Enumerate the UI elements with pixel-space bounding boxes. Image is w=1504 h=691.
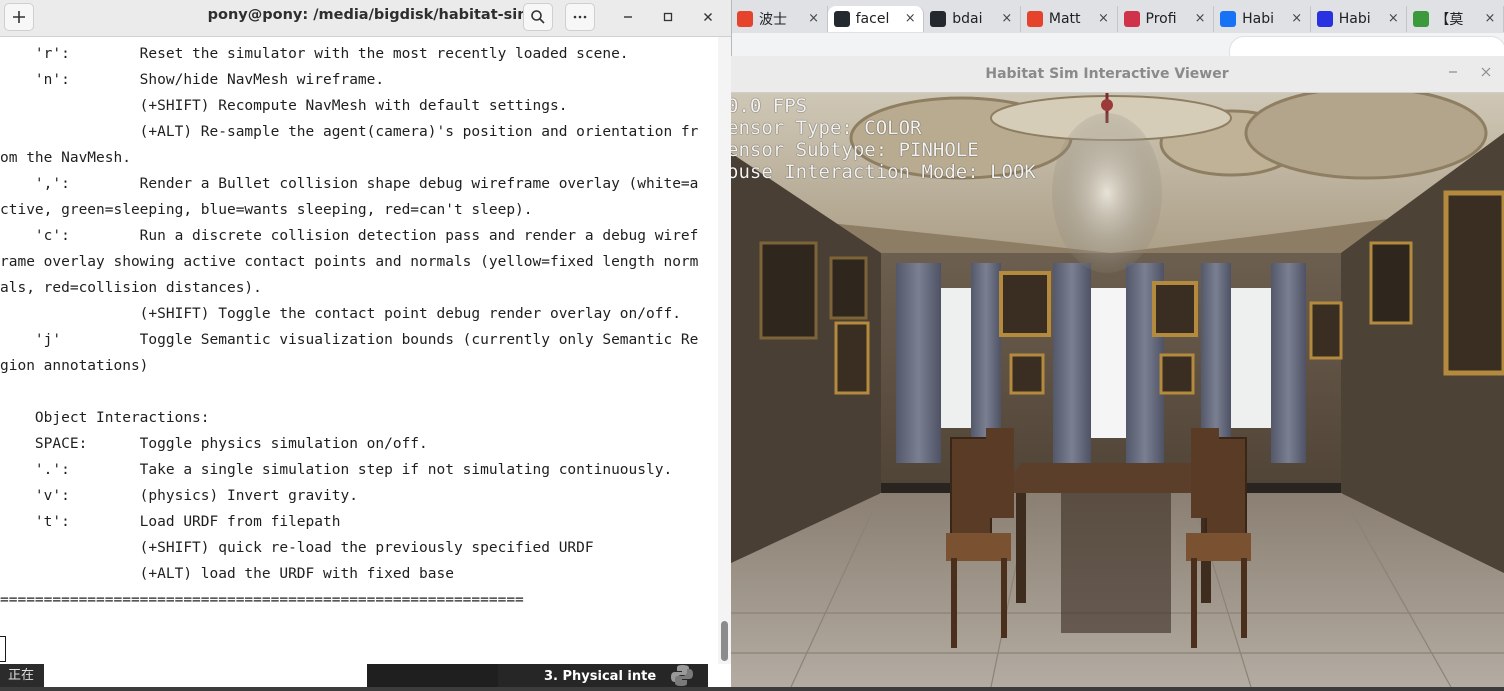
terminal-window[interactable]: pony@pony: /media/bigdisk/habitat-sim 'r… <box>0 0 731 664</box>
terminal-cursor <box>0 636 6 662</box>
tab-close-icon[interactable]: × <box>805 11 823 26</box>
close-icon[interactable] <box>693 3 723 31</box>
browser-tab-label: bdai <box>952 10 983 27</box>
terminal-line: (+SHIFT) Recompute NavMesh with default … <box>0 98 568 114</box>
browser-tab-label: Matt <box>1048 10 1081 27</box>
terminal-line: ========================================… <box>0 592 524 608</box>
csdn-icon <box>737 10 753 27</box>
scrollbar-thumb[interactable] <box>721 621 728 661</box>
tab-close-icon[interactable]: × <box>1191 11 1209 26</box>
terminal-line: om the NavMesh. <box>0 150 131 166</box>
search-icon[interactable] <box>523 3 553 31</box>
terminal-line: ',': Render a Bullet collision shape deb… <box>0 176 699 192</box>
browser-tab[interactable]: Habi × <box>1214 5 1311 32</box>
profile-icon <box>1123 10 1140 27</box>
browser-tab-label: Profi <box>1145 10 1177 27</box>
github-icon <box>930 10 947 27</box>
tab-close-icon[interactable]: × <box>1481 11 1499 26</box>
terminal-line: 'j' Toggle Semantic visualization bounds… <box>0 332 699 348</box>
terminal-line: 'v': (physics) Invert gravity. <box>0 488 358 504</box>
github-icon <box>833 10 850 27</box>
terminal-line: ctive, green=sleeping, blue=wants sleepi… <box>0 202 533 218</box>
viewer-title: Habitat Sim Interactive Viewer <box>985 66 1229 82</box>
terminal-line: 'c': Run a discrete collision detection … <box>0 228 699 244</box>
csdn-icon <box>1026 10 1043 27</box>
sensor-type-readout: ensor Type: COLOR <box>731 117 922 139</box>
viewer-header: Habitat Sim Interactive Viewer <box>731 56 1504 93</box>
mouse-mode-readout: ouse Interaction Mode: LOOK <box>731 161 1036 183</box>
terminal-line: (+ALT) load the URDF with fixed base <box>0 566 454 582</box>
terminal-header: pony@pony: /media/bigdisk/habitat-sim <box>0 0 731 37</box>
habitat-viewer-window[interactable]: Habitat Sim Interactive Viewer 0.0 FPS e… <box>731 56 1504 687</box>
green-icon <box>1413 10 1430 27</box>
terminal-line: (+SHIFT) Toggle the contact point debug … <box>0 306 681 322</box>
tab-close-icon[interactable]: × <box>901 11 919 26</box>
ellipsis-icon[interactable] <box>565 3 595 31</box>
rendered-scene[interactable]: 0.0 FPS ensor Type: COLOR ensor Subtype:… <box>731 86 1504 687</box>
browser-tab[interactable]: Profi × <box>1118 5 1215 32</box>
maximize-icon[interactable] <box>653 3 683 31</box>
browser-tab[interactable]: bdai × <box>924 5 1021 32</box>
terminal-scrollbar[interactable] <box>718 37 731 664</box>
browser-tab-label: Habi <box>1338 10 1371 27</box>
terminal-line: (+SHIFT) quick re-load the previously sp… <box>0 540 594 556</box>
terminal-line: 'r': Reset the simulator with the most r… <box>0 46 629 62</box>
sensor-subtype-readout: ensor Subtype: PINHOLE <box>731 139 979 161</box>
browser-tab-strip: 波士 × facel × bdai × Matt × Profi × Habi × Habi × 【莫 × <box>731 0 1504 33</box>
tab-close-icon[interactable]: × <box>998 11 1016 26</box>
taskbar-left-item[interactable]: 正在 <box>0 664 44 687</box>
terminal-line: als, red=collision distances). <box>0 280 262 296</box>
terminal-line: gion annotations) <box>0 358 149 374</box>
browser-tab[interactable]: 波士 × <box>731 5 828 32</box>
terminal-title: pony@pony: /media/bigdisk/habitat-sim <box>207 7 533 23</box>
browser-tab[interactable]: facel × <box>827 5 925 32</box>
baidu-icon <box>1316 10 1333 27</box>
terminal-line: 'n': Show/hide NavMesh wireframe. <box>0 72 385 88</box>
tab-close-icon[interactable]: × <box>1288 11 1306 26</box>
viewer-close-icon[interactable] <box>1476 56 1496 92</box>
tab-close-icon[interactable]: × <box>1095 11 1113 26</box>
browser-tab-label: Habi <box>1242 10 1275 27</box>
plus-icon[interactable] <box>4 3 34 31</box>
browser-tab[interactable]: Habi × <box>1311 5 1408 32</box>
terminal-line: Object Interactions: <box>0 410 210 426</box>
minimize-icon[interactable] <box>613 3 643 31</box>
browser-tab-label: 【莫 <box>1435 11 1464 28</box>
fps-readout: 0.0 FPS <box>731 95 808 117</box>
terminal-line: (+ALT) Re-sample the agent(camera)'s pos… <box>0 124 699 140</box>
terminal-output[interactable]: 'r': Reset the simulator with the most r… <box>0 37 718 664</box>
viewer-minimize-icon[interactable] <box>1443 56 1463 92</box>
browser-tab-label: facel <box>855 10 890 27</box>
python-icon <box>670 664 694 687</box>
terminal-line: SPACE: Toggle physics simulation on/off. <box>0 436 428 452</box>
terminal-line: 't': Load URDF from filepath <box>0 514 341 530</box>
browser-tab-label: 波士 <box>759 11 787 28</box>
browser-tab[interactable]: 【莫 × <box>1407 5 1504 32</box>
terminal-line: '.': Take a single simulation step if no… <box>0 462 673 478</box>
terminal-line: rame overlay showing active contact poin… <box>0 254 699 270</box>
zhihu-icon <box>1220 10 1237 27</box>
tab-close-icon[interactable]: × <box>1384 11 1402 26</box>
browser-tab[interactable]: Matt × <box>1021 5 1118 32</box>
